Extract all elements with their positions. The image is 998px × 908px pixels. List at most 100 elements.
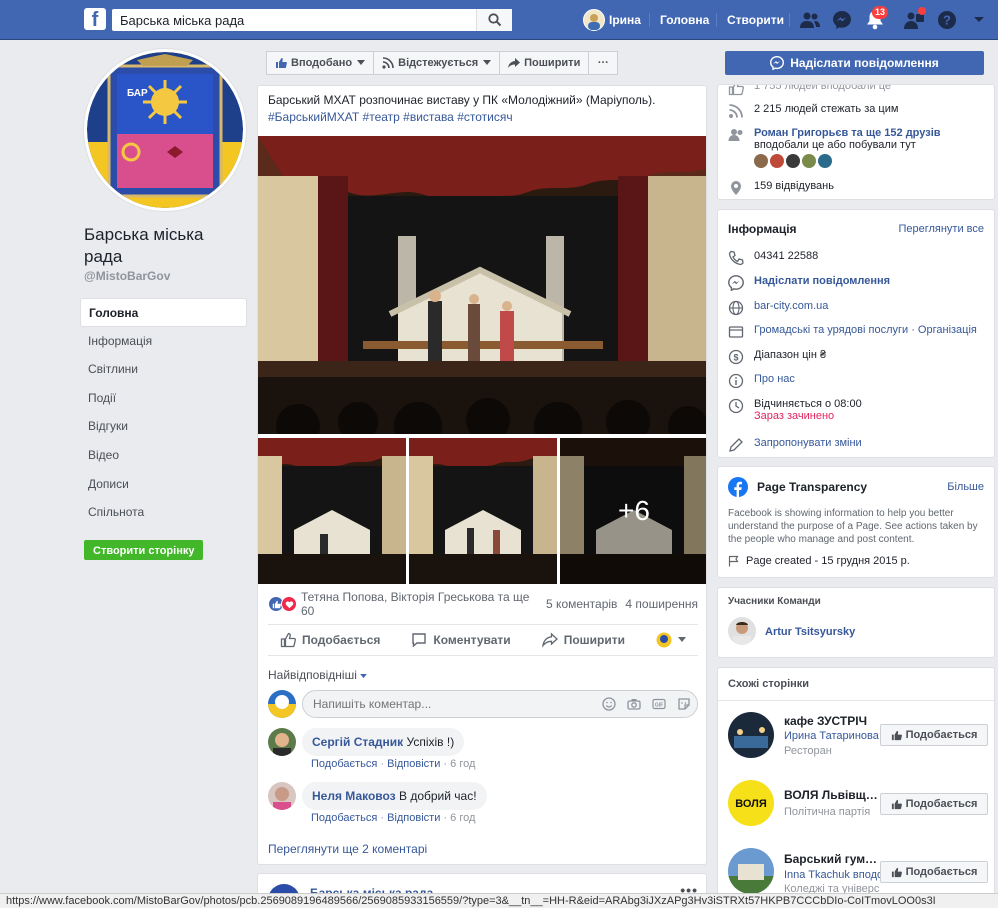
friends-icon[interactable] [799,9,821,31]
similar-page-like-button[interactable]: Подобається [880,861,988,883]
visits-text: 159 відвідувань [754,180,834,192]
see-all-link[interactable]: Переглянути все [898,223,984,235]
similar-page-avatar[interactable] [728,848,774,894]
share-button[interactable]: Поширити [541,632,625,648]
similar-page-like-button[interactable]: Подобається [880,724,988,746]
phone-icon [728,250,744,266]
home-link[interactable]: Головна [660,0,709,40]
reactions-text[interactable]: Тетяна Попова, Вікторія Греськова та ще … [301,590,546,618]
send-message-link[interactable]: Надіслати повідомлення [754,275,890,287]
nav-videos[interactable]: Відео [80,441,247,470]
thumbs-up-icon [891,730,902,740]
page-avatar-icon [656,632,672,648]
nav-community[interactable]: Спільнота [80,498,247,527]
similar-page-like-button[interactable]: Подобається [880,793,988,815]
friend-avatar[interactable] [770,154,784,168]
nav-posts[interactable]: Дописи [80,470,247,499]
liked-button[interactable]: Вподобано [266,51,375,75]
similar-page-avatar[interactable]: ВОЛЯ [728,780,774,826]
reactions-summary[interactable]: Тетяна Попова, Вікторія Греськова та ще … [268,590,698,618]
post-photo-thumb[interactable] [409,438,557,584]
comment-like-link[interactable]: Подобається [311,758,377,770]
similar-pages-title: Схожі сторінки [728,678,810,690]
friend-avatar[interactable] [754,154,768,168]
comment-button[interactable]: Коментувати [411,632,511,648]
similar-page-friends[interactable]: Ирина Татаринова [784,730,880,742]
create-link[interactable]: Створити [727,0,784,40]
about-link[interactable]: Про нас [754,373,795,385]
thumbs-up-icon [276,58,287,68]
comment-like-link[interactable]: Подобається [311,812,377,824]
share-page-button[interactable]: Поширити [499,51,590,75]
user-avatar[interactable] [583,9,605,31]
comment-avatar[interactable] [268,782,296,810]
post-hashtags[interactable]: #БарськийМХАТ #театр #вистава #стотисяч [268,109,698,126]
send-message-label: Надіслати повідомлення [790,56,939,70]
friend-avatar[interactable] [802,154,816,168]
info-suggest: Запропонувати зміни [728,437,862,453]
camera-icon[interactable] [627,697,641,711]
comment-reply-link[interactable]: Відповісти [387,812,440,824]
team-member-avatar[interactable] [728,617,756,645]
page-actions: Вподобано Відстежується Поширити ··· [266,51,619,75]
comments-count[interactable]: 5 коментарів [546,597,617,611]
similar-page-name[interactable]: ВОЛЯ Львівщина [784,788,880,802]
category-link[interactable]: Громадські та урядові послуги · Організа… [754,324,977,336]
friend-avatar[interactable] [786,154,800,168]
following-label: Відстежується [398,57,479,69]
comment-author[interactable]: Сергій Стадник [312,735,403,749]
page-title[interactable]: Барська міська рада [84,224,244,268]
comment-time[interactable]: 6 год [450,812,475,824]
phone-number[interactable]: 04341 22588 [754,250,818,262]
team-member-name[interactable]: Artur Tsitsyursky [765,626,855,638]
user-profile-link[interactable]: Ірина [609,0,641,40]
website-link[interactable]: bar-city.com.ua [754,300,828,312]
page-handle[interactable]: @MistoBarGov [84,269,170,283]
page-profile-picture[interactable]: БАР [84,49,246,211]
search-button[interactable] [476,9,512,31]
info-price: $ Діапазон цін ₴ [728,349,826,365]
chevron-down-icon[interactable] [968,9,990,31]
emoji-icon[interactable] [602,697,616,711]
nav-photos[interactable]: Світлини [80,355,247,384]
comment-reply-link[interactable]: Відповісти [387,758,440,770]
post-photo-thumb[interactable] [258,438,406,584]
comment-avatar[interactable] [268,728,296,756]
following-button[interactable]: Відстежується [373,51,501,75]
closed-status: Зараз зачинено [754,410,835,422]
gif-icon[interactable]: GIF [652,697,666,711]
suggest-edits-link[interactable]: Запропонувати зміни [754,437,862,449]
similar-page-friends[interactable]: Inna Tkachuk вподобали [784,869,880,881]
shares-count[interactable]: 4 поширення [625,597,698,611]
comment-author[interactable]: Неля Маковоз [312,789,396,803]
similar-page-name[interactable]: Барський гуманітарно-педагогічний [784,852,880,866]
nav-events[interactable]: Події [80,384,247,413]
search-input[interactable] [112,9,512,31]
team-card: Учасники Команди Artur Tsitsyursky [717,587,995,658]
similar-page-name[interactable]: кафе ЗУСТРІЧ [784,714,880,728]
send-message-button[interactable]: Надіслати повідомлення [725,51,984,75]
friends-link[interactable]: Роман Григорьєв та ще 152 друзів [754,127,941,139]
like-button[interactable]: Подобається [280,632,380,648]
nav-reviews[interactable]: Відгуки [80,412,247,441]
messenger-icon[interactable] [831,9,853,31]
sticker-icon[interactable] [677,697,691,711]
comment-time[interactable]: 6 год [450,758,475,770]
facebook-logo-icon[interactable]: f [84,8,106,31]
post-photo-thumb-more[interactable]: +6 [560,438,706,584]
nav-home[interactable]: Головна [80,298,247,327]
view-more-comments-link[interactable]: Переглянути ще 2 коментарі [268,842,427,856]
friend-avatar[interactable] [818,154,832,168]
post-photo-main[interactable] [258,136,706,434]
nav-info[interactable]: Інформація [80,327,247,356]
more-options-button[interactable]: ··· [588,51,619,75]
share-arrow-icon [541,632,558,648]
svg-text:?: ? [943,13,951,28]
transparency-more-link[interactable]: Більше [947,481,984,493]
create-page-button[interactable]: Створити сторінку [84,540,204,560]
post-as-selector[interactable] [656,632,686,648]
comment-sort[interactable]: Найвідповідніші [268,668,368,682]
help-icon[interactable]: ? [936,9,958,31]
hours-text[interactable]: Відчиняється о 08:00 [754,398,862,410]
similar-page-avatar[interactable] [728,712,774,758]
